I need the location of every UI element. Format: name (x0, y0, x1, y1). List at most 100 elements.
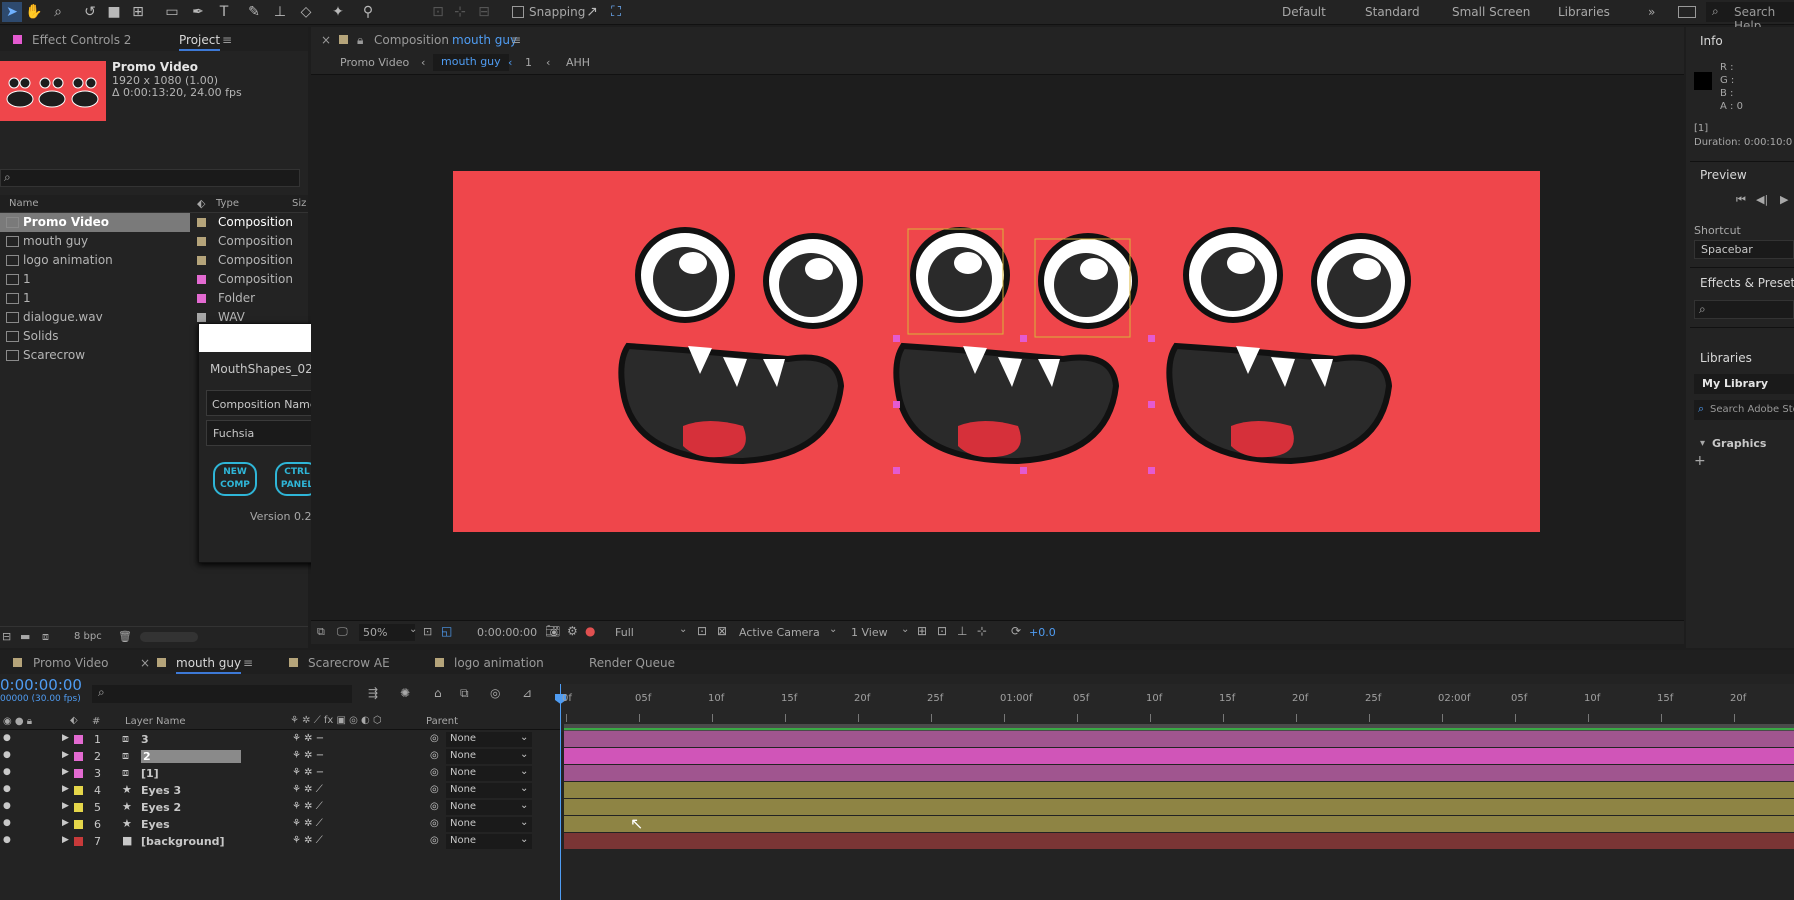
label-col-icon[interactable]: ⬖ (197, 197, 205, 210)
current-time[interactable]: 0:00:00:00 (477, 626, 537, 639)
bpc-button[interactable]: 8 bpc (74, 631, 102, 642)
workspace-libraries[interactable]: Libraries (1558, 5, 1610, 19)
label-color-swatch[interactable] (197, 275, 206, 284)
col-name[interactable]: Name (9, 198, 39, 209)
delete-icon[interactable]: 🗑 (118, 630, 132, 643)
breadcrumb-ahh[interactable]: AHH (566, 56, 590, 69)
layer-duration-bar[interactable] (564, 748, 1794, 764)
composition-canvas[interactable] (453, 171, 1540, 532)
thumbnail-size-slider[interactable] (140, 632, 198, 642)
clone-stamp-tool-icon[interactable]: ⊥ (270, 2, 290, 22)
always-preview-icon[interactable]: ⧉ (317, 625, 325, 639)
eraser-tool-icon[interactable]: ◇ (296, 2, 316, 22)
snap-feather-icon[interactable]: ⛶ (606, 2, 626, 22)
zoom-tool-icon[interactable]: ⌕ (48, 2, 68, 22)
project-item[interactable]: Promo Video Composition (0, 213, 306, 232)
fit-icon[interactable]: ⊡ (423, 625, 432, 638)
toggle-transparency-icon[interactable]: ⊠ (717, 624, 727, 638)
project-item[interactable]: 1 Folder (0, 289, 306, 308)
lock-icon[interactable]: 🔒︎ (357, 33, 363, 48)
close-tab-icon[interactable]: × (321, 33, 331, 47)
panel-menu-icon[interactable]: ≡ (222, 33, 232, 47)
view-layout-select[interactable]: 1 View (847, 624, 909, 641)
monitor-icon[interactable]: 🖵 (337, 625, 348, 639)
workspace-overflow-icon[interactable]: » (1648, 5, 1655, 19)
snap-options-icon[interactable]: ↗ (582, 2, 602, 22)
pen-tool-icon[interactable]: ✒ (188, 2, 208, 22)
breadcrumb-1[interactable]: 1 (525, 56, 532, 69)
comp-tab-label[interactable]: Composition (374, 33, 449, 47)
label-color-swatch[interactable] (197, 256, 206, 265)
new-comp-icon[interactable]: ⧈ (42, 630, 49, 644)
label-color-swatch[interactable] (197, 237, 206, 246)
channel-icon[interactable]: ● (585, 624, 595, 638)
breadcrumb-mouth-guy[interactable]: mouth guy (433, 54, 509, 71)
camera-tool-icon[interactable]: ■ (104, 2, 124, 22)
first-frame-icon[interactable]: ⏮ (1736, 193, 1746, 207)
snapshot-icon[interactable]: 📷︎ (545, 624, 560, 638)
rotate-tool-icon[interactable]: ↺ (80, 2, 100, 22)
playhead-line[interactable] (560, 684, 561, 900)
stock-search-input[interactable]: ⌕ Search Adobe Stoc (1694, 400, 1794, 420)
workspace-small-screen[interactable]: Small Screen (1452, 5, 1530, 19)
puppet-pin-tool-icon[interactable]: ⚲ (358, 2, 378, 22)
graphics-section[interactable]: Graphics (1712, 437, 1766, 450)
breadcrumb-promo-video[interactable]: Promo Video (340, 56, 409, 69)
axis-view-icon[interactable]: ⊟ (474, 2, 494, 22)
graphics-expander-icon[interactable]: ▾ (1700, 438, 1705, 449)
show-snapshot-icon[interactable]: ⚙ (567, 624, 578, 638)
reset-exposure-icon[interactable]: ⟳ (1011, 624, 1021, 638)
workspace-default[interactable]: Default (1282, 5, 1326, 19)
rectangle-tool-icon[interactable]: ▭ (162, 2, 182, 22)
layer-duration-bar[interactable] (564, 833, 1794, 849)
workspace-sync-icon[interactable] (1678, 6, 1696, 18)
col-size[interactable]: Siz (292, 198, 306, 209)
axis-world-icon[interactable]: ⊹ (450, 2, 470, 22)
snapping-checkbox[interactable] (512, 6, 524, 18)
search-help-field[interactable]: ⌕ Search Help (1706, 2, 1794, 33)
axis-local-icon[interactable]: ⊡ (428, 2, 448, 22)
label-color-swatch[interactable] (197, 218, 206, 227)
selection-tool-icon[interactable]: ➤ (2, 2, 22, 22)
add-icon[interactable]: + (1694, 453, 1706, 469)
type-tool-icon[interactable]: T (214, 2, 234, 22)
col-type[interactable]: Type (216, 198, 239, 209)
timeline-icon[interactable]: ⊥ (957, 624, 967, 638)
layer-duration-bar[interactable] (564, 816, 1794, 832)
exposure-value[interactable]: +0.0 (1029, 626, 1056, 639)
tab-effect-controls[interactable]: Effect Controls 2 (32, 33, 131, 47)
new-comp-button[interactable]: NEW COMP (213, 462, 257, 496)
flowchart-icon[interactable]: ⊹ (977, 624, 987, 638)
transparency-grid-icon[interactable]: ◱ (441, 624, 452, 638)
region-of-interest-icon[interactable]: ⊡ (697, 624, 707, 638)
layer-duration-bar[interactable] (564, 799, 1794, 815)
hand-tool-icon[interactable]: ✋ (24, 2, 44, 22)
prev-frame-icon[interactable]: ◀| (1756, 193, 1768, 206)
play-icon[interactable]: ▶ (1780, 193, 1788, 206)
project-item[interactable]: 1 Composition (0, 270, 306, 289)
camera-select[interactable]: Active Camera (735, 624, 835, 641)
label-color-swatch[interactable] (197, 313, 206, 322)
layer-duration-bar[interactable] (564, 765, 1794, 781)
toggle-pixel-aspect-icon[interactable]: ⊞ (917, 624, 927, 638)
workspace-standard[interactable]: Standard (1365, 5, 1420, 19)
tab-project[interactable]: Project (179, 33, 221, 51)
shortcut-select[interactable]: Spacebar (1694, 240, 1794, 259)
layer-duration-bar[interactable] (564, 782, 1794, 798)
interpret-footage-icon[interactable]: ⊟ (2, 630, 11, 643)
label-color-swatch[interactable] (197, 294, 206, 303)
comp-tab-name[interactable]: mouth guy (452, 33, 517, 47)
brush-tool-icon[interactable]: ✎ (244, 2, 264, 22)
project-search-input[interactable]: ⌕ (0, 169, 300, 187)
pan-behind-tool-icon[interactable]: ⊞ (128, 2, 148, 22)
new-folder-icon[interactable]: ▬ (20, 630, 30, 643)
panel-menu-icon[interactable]: ≡ (511, 33, 521, 47)
project-item[interactable]: logo animation Composition (0, 251, 306, 270)
comp-info-name[interactable]: Promo Video (112, 60, 198, 74)
effects-search-input[interactable]: ⌕ (1694, 300, 1794, 319)
fast-previews-icon[interactable]: ⊡ (937, 624, 947, 638)
my-library-select[interactable]: My Library (1694, 374, 1794, 394)
zoom-select[interactable]: 50% (359, 624, 415, 641)
roto-brush-tool-icon[interactable]: ✦ (328, 2, 348, 22)
project-item[interactable]: mouth guy Composition (0, 232, 306, 251)
